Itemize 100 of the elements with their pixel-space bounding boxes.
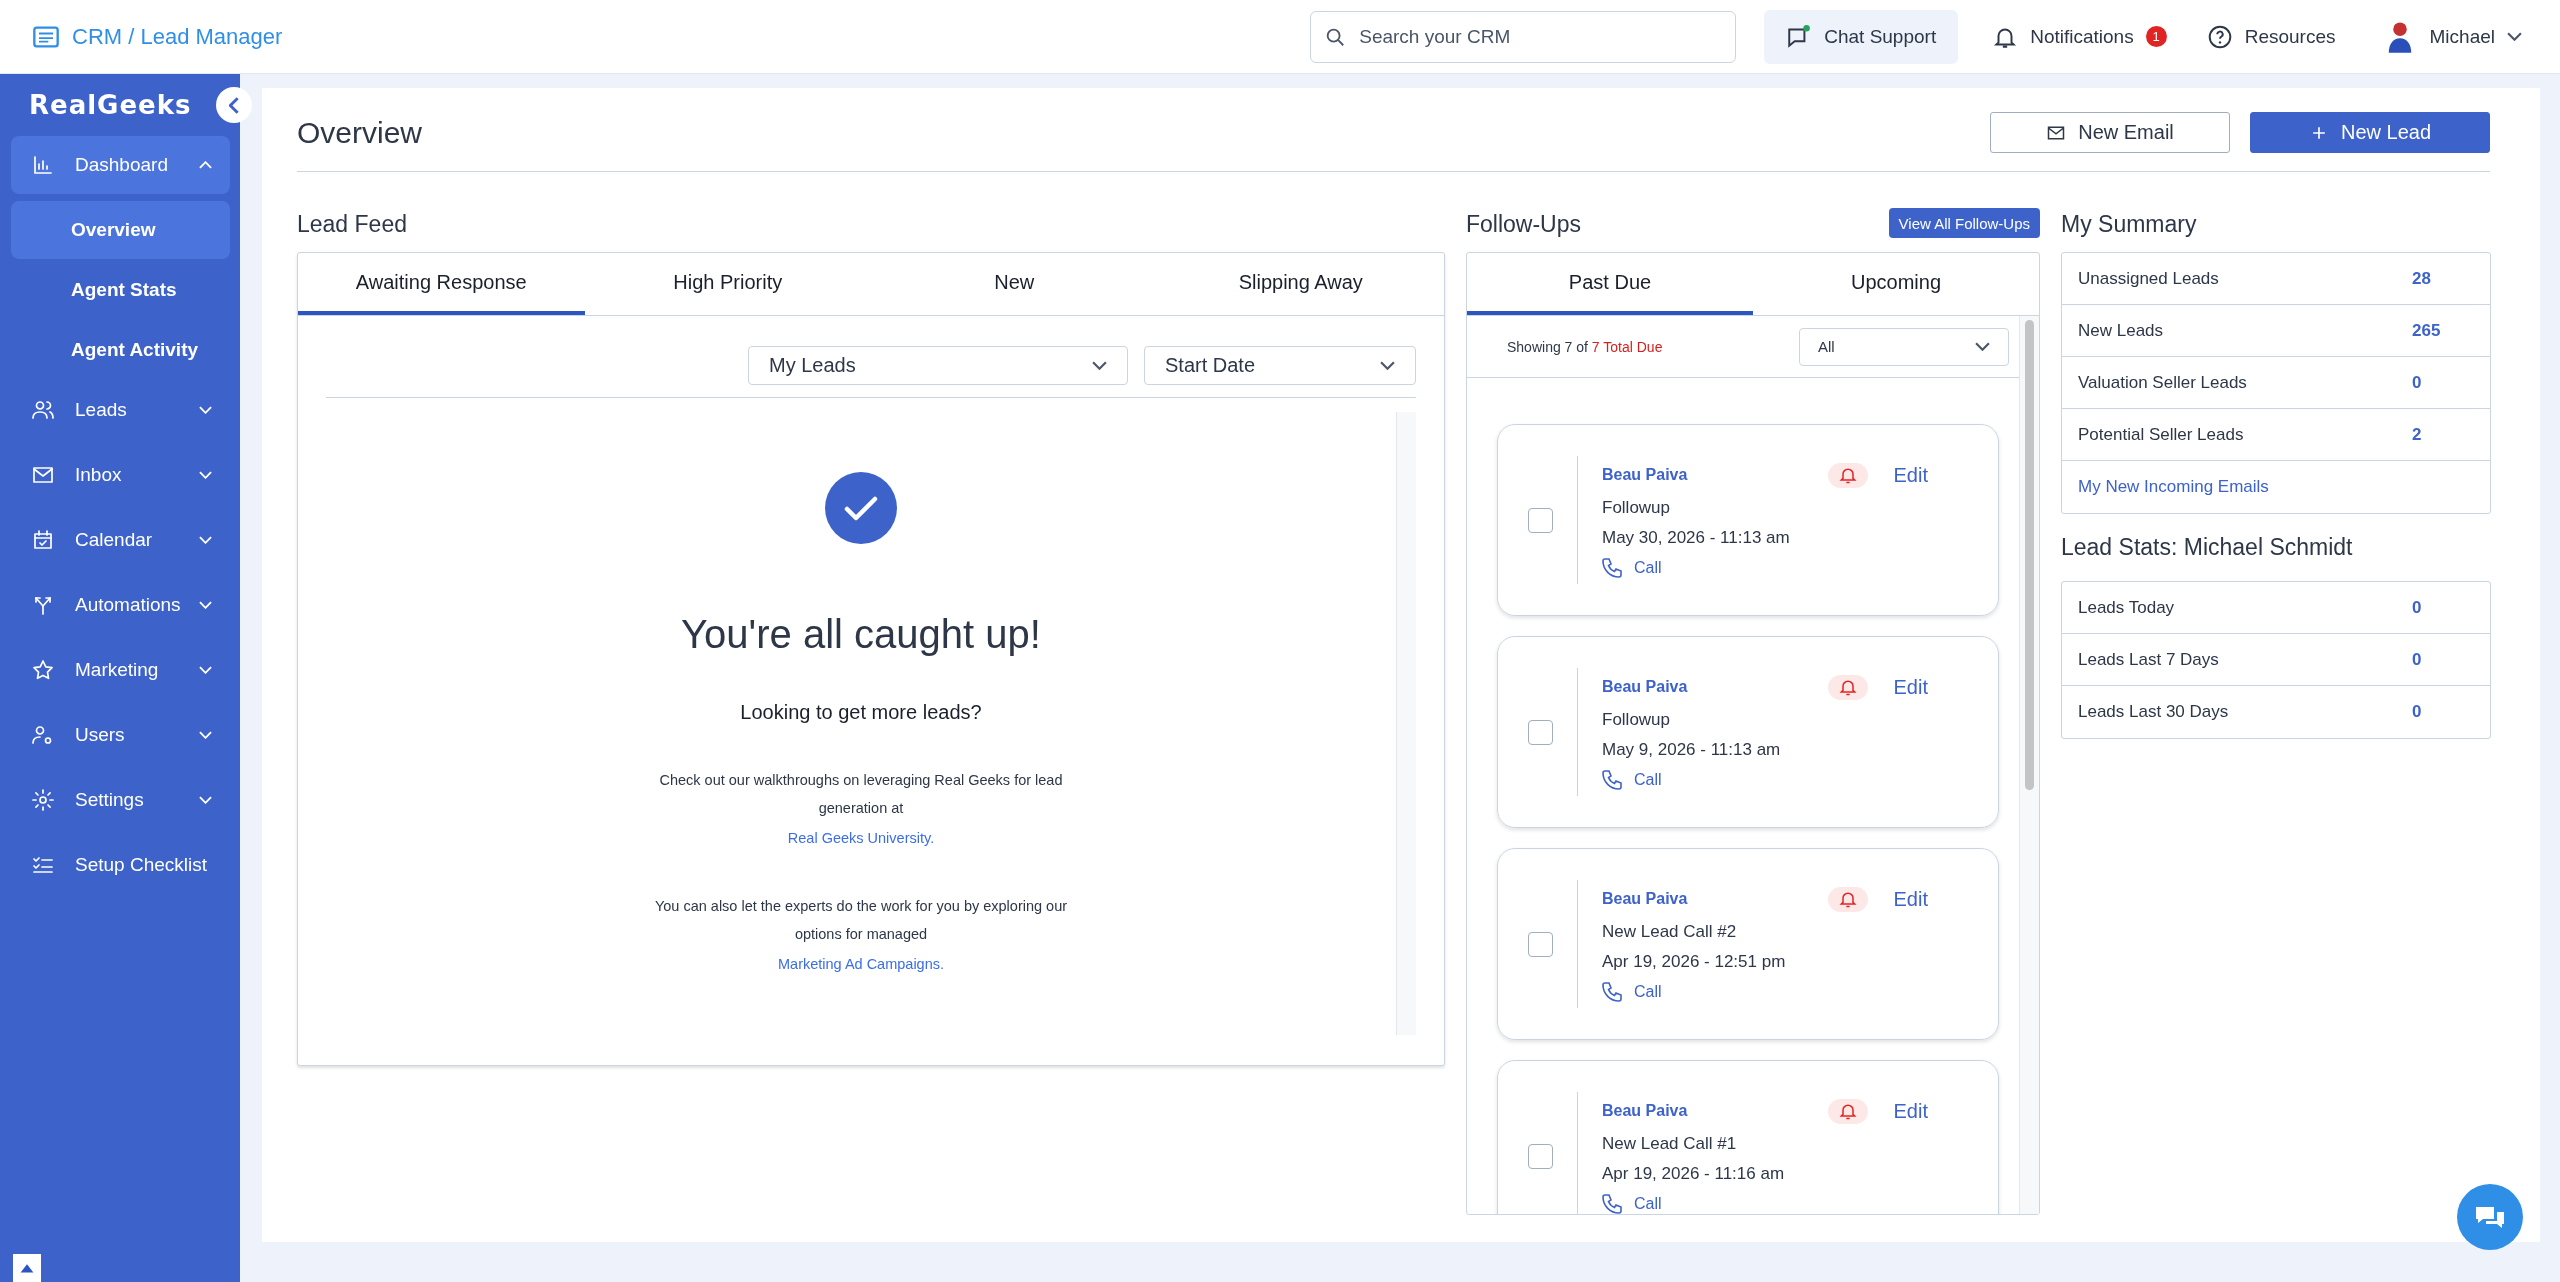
stat-label: Valuation Seller Leads [2078,372,2248,393]
star-icon [31,658,55,682]
chevron-down-icon [199,471,212,479]
link[interactable]: My New Incoming Emails [2078,477,2269,497]
sidebar-item[interactable]: Inbox [11,446,230,504]
edit-link[interactable]: Edit [1893,675,1928,699]
sidebar-item[interactable]: Automations [11,576,230,634]
edit-link[interactable]: Edit [1893,887,1928,911]
tab[interactable]: Awaiting Response [298,253,585,315]
dropdown[interactable]: All [1799,327,2009,366]
sidebar-subitem[interactable]: Agent Activity [11,321,230,379]
view-all-button[interactable]: View All Follow-Ups [1888,208,2040,238]
sidebar-item[interactable]: Calendar [11,511,230,569]
stat-value[interactable]: 0 [2412,372,2474,393]
edit-link[interactable]: Edit [1893,1099,1928,1123]
sidebar-item[interactable]: Users [11,706,230,764]
due-date: May 30, 2026 - 11:13 am [1602,527,1791,548]
due-date: Apr 19, 2026 - 11:16 am [1602,1163,1786,1184]
section-title: Lead Feed [297,211,407,238]
chevron-down-icon [1975,342,1990,351]
user-menu[interactable]: Michael [2375,18,2528,55]
stat-label: Unassigned Leads [2078,268,2220,289]
due-date: Apr 19, 2026 - 12:51 pm [1602,951,1787,972]
total-due: 7 Total Due [1591,338,1663,355]
phone-icon [1602,769,1622,790]
sidebar-item[interactable]: Settings [11,771,230,829]
empty-state-subtitle: Looking to get more leads? [740,701,982,724]
tab[interactable]: High Priority [584,253,871,315]
tab[interactable]: Past Due [1467,253,1753,315]
checkbox[interactable] [1528,1143,1553,1169]
stat-label: Leads Today [2078,597,2176,618]
sidebar-item[interactable]: Dashboard [11,136,230,194]
link[interactable]: Real Geeks University. [787,824,935,852]
stat-value[interactable]: 0 [2412,702,2474,722]
checkbox[interactable] [1528,931,1553,957]
task-name: Followup [1602,709,1672,730]
chat-support-button[interactable]: Chat Support [1764,9,1959,64]
edit-link[interactable]: Edit [1893,463,1928,487]
dropdown[interactable]: My Leads [748,346,1128,385]
call-link[interactable]: Call [1602,981,1968,1002]
calendar-icon [31,528,55,552]
sidebar-subitem[interactable]: Overview [11,201,230,259]
section-title: Lead Stats: Michael Schmidt [2061,534,2354,561]
lead-name-link[interactable]: Beau Paiva [1602,466,1828,484]
lead-name-link[interactable]: Beau Paiva [1602,678,1828,696]
chevron-down-icon [199,536,212,544]
phone-icon [1602,557,1622,578]
chevron-down-icon [199,666,212,674]
phone-icon [1602,981,1622,1002]
section-title: My Summary [2061,211,2197,238]
stat-label: Potential Seller Leads [2078,424,2245,445]
chevron-down-icon [199,406,212,414]
logo[interactable]: RealGeeks [29,90,192,120]
notification-count: 1 [2145,26,2167,47]
chat-bubble-icon [1786,23,1813,50]
call-link[interactable]: Call [1602,1193,1968,1214]
sidebar-item[interactable]: Leads [11,381,230,439]
stat-label: Leads Last 7 Days [2078,649,2220,670]
sidebar-subitem[interactable]: Agent Stats [11,261,230,319]
tab[interactable]: Upcoming [1753,253,2039,315]
stat-value[interactable]: 0 [2412,597,2474,618]
bar-chart-icon [31,153,55,177]
collapse-sidebar-button[interactable] [216,87,252,123]
lead-name-link[interactable]: Beau Paiva [1602,890,1828,908]
empty-state-text: Check out our walkthroughs on leveraging Real Geeks for lead generation at [658,771,1064,818]
call-link[interactable]: Call [1602,769,1968,790]
stat-label: New Leads [2078,320,2165,341]
app-title[interactable]: CRM / Lead Manager [72,23,283,50]
link[interactable]: Marketing Ad Campaigns. [778,950,944,978]
stat-value[interactable]: 2 [2412,424,2474,445]
chevron-left-icon [229,96,239,114]
lead-name-link[interactable]: Beau Paiva [1602,1102,1828,1120]
empty-state-text: You can also let the experts do the work for you by exploring our options for managed [653,897,1069,944]
scrollbar-track[interactable] [1396,412,1416,1035]
chevron-down-icon [199,731,212,739]
scroll-top-button[interactable] [13,1254,41,1282]
chevron-up-icon [199,161,212,169]
tab[interactable]: Slipping Away [1157,253,1444,315]
stat-value[interactable]: 28 [2412,268,2474,289]
task-name: Followup [1602,497,1672,518]
call-link[interactable]: Call [1602,557,1968,578]
new-email-button[interactable]: New Email [1990,112,2230,153]
chevron-down-icon [1092,361,1107,370]
new-lead-button[interactable]: New Lead [2250,112,2490,153]
showing-count: Showing 7 of [1507,338,1588,355]
resources-button[interactable]: Resources [2200,23,2342,50]
chevron-down-icon [199,601,212,609]
sidebar-item[interactable]: Marketing [11,641,230,699]
scrollbar[interactable] [2019,316,2039,1214]
checkbox[interactable] [1528,719,1553,745]
notifications-button[interactable]: Notifications 1 [1986,23,2173,50]
settings-icon [31,788,55,812]
stat-value[interactable]: 265 [2412,320,2474,341]
section-title: Follow-Ups [1466,211,1582,238]
search-field[interactable]: Search your CRM [1310,10,1737,63]
stat-value[interactable]: 0 [2412,649,2474,670]
sidebar-item[interactable]: Setup Checklist [11,836,230,894]
dropdown[interactable]: Start Date [1144,346,1416,385]
tab[interactable]: New [871,253,1158,315]
checkbox[interactable] [1528,507,1553,533]
